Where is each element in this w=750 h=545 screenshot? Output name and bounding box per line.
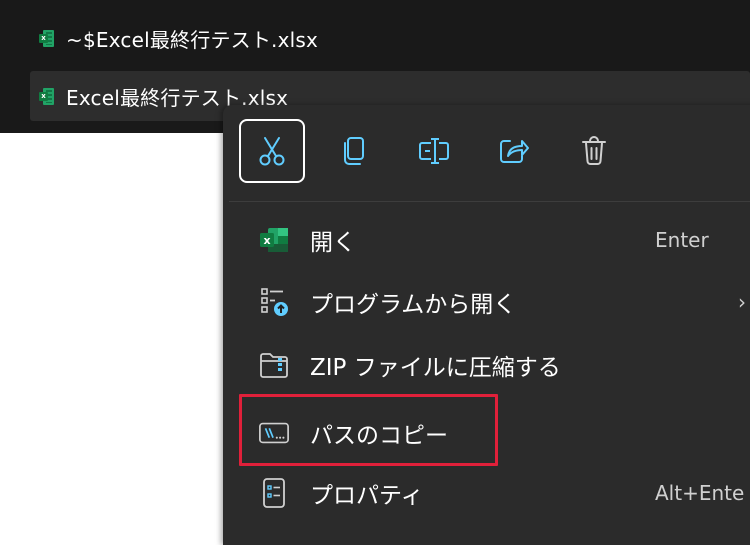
menu-item-label: ZIP ファイルに圧縮する xyxy=(310,355,561,381)
menu-item-properties[interactable]: プロパティ Alt+Ente xyxy=(238,465,750,521)
zip-folder-icon xyxy=(258,349,290,381)
menu-item-label: 開く xyxy=(310,230,356,256)
copy-button[interactable] xyxy=(321,119,387,183)
open-with-icon xyxy=(258,286,290,318)
menu-item-open[interactable]: x 開く Enter xyxy=(238,212,750,268)
trash-icon xyxy=(582,136,606,165)
file-row-temp[interactable]: x ~$Excel最終行テスト.xlsx xyxy=(30,13,750,63)
shortcut-text: Alt+Ente xyxy=(655,481,745,505)
chevron-right-icon: › xyxy=(738,290,746,314)
share-icon xyxy=(500,140,529,163)
context-menu: x 開く Enter プログラムから開く › ZIP ファイルに圧縮する パスの… xyxy=(223,105,750,545)
rename-button[interactable] xyxy=(401,119,467,183)
delete-button[interactable] xyxy=(561,119,627,183)
properties-icon xyxy=(258,477,290,509)
excel-file-icon: x xyxy=(39,29,54,48)
quick-action-bar xyxy=(223,105,750,201)
svg-text:x: x xyxy=(263,234,270,247)
menu-item-label: プロパティ xyxy=(310,483,424,509)
menu-item-compress-zip[interactable]: ZIP ファイルに圧縮する xyxy=(238,337,750,393)
menu-item-label: プログラムから開く xyxy=(310,292,517,318)
share-button[interactable] xyxy=(481,119,547,183)
excel-file-icon: x xyxy=(39,87,54,106)
annotation-highlight-box xyxy=(239,394,498,466)
menu-item-open-with[interactable]: プログラムから開く › xyxy=(238,274,750,330)
file-name: ~$Excel最終行テスト.xlsx xyxy=(66,27,319,52)
rename-icon xyxy=(419,138,449,164)
cut-button[interactable] xyxy=(239,119,305,183)
scissors-icon xyxy=(259,137,285,166)
copy-icon xyxy=(344,137,364,165)
content-area xyxy=(0,133,223,531)
excel-app-icon: x xyxy=(258,224,290,256)
shortcut-text: Enter xyxy=(655,228,709,252)
menu-divider xyxy=(229,201,750,202)
